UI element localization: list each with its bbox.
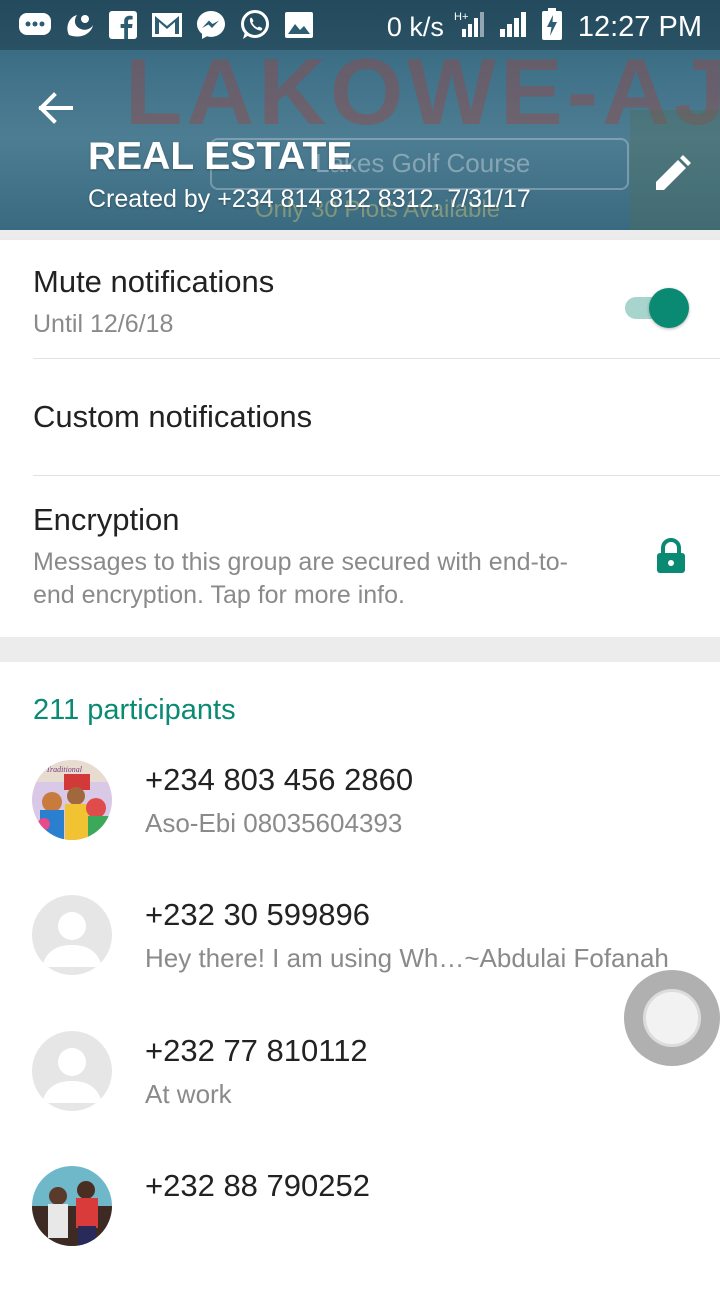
pencil-icon bbox=[656, 155, 691, 190]
participant-status: Hey there! I am using Wh…~Abdulai Fofana… bbox=[145, 943, 669, 973]
svg-text:Traditional: Traditional bbox=[46, 765, 83, 774]
network-speed: 0 k/s bbox=[386, 12, 444, 42]
gallery-icon bbox=[282, 8, 316, 42]
status-bar-notification-icons bbox=[18, 8, 316, 42]
group-header: LAKOWE-AJAH Lakes Golf Course Only 30 Pl… bbox=[0, 0, 720, 230]
assistive-touch-inner bbox=[643, 989, 701, 1047]
group-name: REAL ESTATE bbox=[88, 135, 353, 178]
encryption-row[interactable]: Encryption Messages to this group are se… bbox=[0, 476, 720, 636]
participant-status: Aso-Ebi 08035604393 bbox=[145, 808, 403, 838]
participants-count: 211 participants bbox=[33, 694, 236, 726]
mute-notifications-label: Mute notifications bbox=[33, 264, 275, 299]
status-bar-system-area: 0 k/s H+ 12:27 PM bbox=[387, 8, 702, 47]
back-button[interactable] bbox=[30, 82, 82, 134]
custom-notifications-label: Custom notifications bbox=[33, 399, 313, 434]
participant-row[interactable]: Traditional +234 803 456 2860 Aso-Ebi 08… bbox=[0, 760, 720, 896]
default-avatar-icon bbox=[32, 895, 112, 975]
messenger-icon bbox=[194, 8, 228, 42]
default-avatar-icon bbox=[32, 1031, 112, 1111]
assistive-touch-button[interactable] bbox=[624, 970, 720, 1066]
participant-row[interactable]: +232 88 790252 bbox=[0, 1166, 720, 1302]
participant-name: +232 77 810112 bbox=[145, 1033, 368, 1068]
clock: 12:27 PM bbox=[577, 11, 702, 43]
notification-settings-card: Mute notifications Until 12/6/18 Custom … bbox=[0, 240, 720, 637]
gmail-icon bbox=[150, 8, 184, 42]
edit-group-button[interactable] bbox=[648, 150, 696, 198]
cell-signal-icon bbox=[498, 9, 532, 46]
participants-card: 211 participants Traditional +234 803 45… bbox=[0, 662, 720, 1280]
participant-name: +234 803 456 2860 bbox=[145, 762, 414, 797]
mute-notifications-row[interactable]: Mute notifications Until 12/6/18 bbox=[0, 240, 720, 358]
participant-avatar bbox=[32, 1166, 112, 1246]
toggle-knob bbox=[649, 288, 689, 328]
chat-bubble-icon bbox=[18, 8, 52, 42]
whatsapp-icon bbox=[238, 8, 272, 42]
section-gap bbox=[0, 637, 720, 662]
battery-charging-icon bbox=[541, 8, 562, 47]
mute-toggle[interactable] bbox=[623, 287, 691, 329]
participant-name: +232 88 790252 bbox=[145, 1168, 370, 1203]
custom-notifications-row[interactable]: Custom notifications bbox=[0, 359, 720, 475]
status-bar: 0 k/s H+ 12:27 PM bbox=[0, 0, 720, 50]
encryption-description: Messages to this group are secured with … bbox=[33, 548, 568, 609]
lock-icon bbox=[657, 538, 685, 573]
participant-status: At work bbox=[145, 1079, 232, 1109]
group-created-info: Created by +234 814 812 8312, 7/31/17 bbox=[88, 185, 531, 213]
participant-row[interactable]: +232 30 599896 Hey there! I am using Wh…… bbox=[0, 895, 720, 1031]
h-plus-signal-icon: H+ bbox=[454, 9, 488, 46]
mute-until-label: Until 12/6/18 bbox=[33, 310, 174, 338]
encryption-label: Encryption bbox=[33, 502, 180, 537]
uc-browser-icon bbox=[62, 8, 96, 42]
section-gap bbox=[0, 230, 720, 240]
participant-name: +232 30 599896 bbox=[145, 897, 370, 932]
participant-avatar: Traditional bbox=[32, 760, 112, 840]
participant-row[interactable]: +232 77 810112 At work bbox=[0, 1031, 720, 1167]
svg-text:H+: H+ bbox=[454, 11, 468, 23]
facebook-icon bbox=[106, 8, 140, 42]
arrow-left-icon bbox=[38, 92, 73, 124]
